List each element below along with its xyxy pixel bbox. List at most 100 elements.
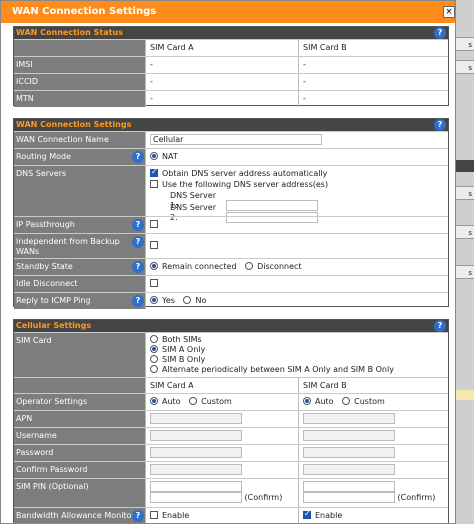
- sim-option: SIM A Only: [162, 345, 206, 354]
- confirm-password-sim-a: [145, 462, 298, 478]
- standby-state-row: Standby State ? Remain connected Disconn…: [14, 258, 448, 275]
- background-header: [455, 160, 474, 172]
- bandwidth-monitor-row: Bandwidth Allowance Monitor ? Enable Ena…: [14, 507, 448, 523]
- checkbox-icon[interactable]: [150, 511, 158, 519]
- sim-pin-input-sim-a[interactable]: [150, 481, 242, 492]
- radio-icon[interactable]: [150, 355, 158, 363]
- row-label: ICCID: [14, 74, 145, 90]
- apn-label: APN: [14, 411, 145, 427]
- background-button: s: [455, 37, 474, 51]
- section-title: WAN Connection Settings: [16, 120, 132, 129]
- sim-pin-input-sim-b[interactable]: [303, 481, 395, 492]
- operator-settings-label: Operator Settings: [14, 394, 145, 410]
- connection-name-input[interactable]: Cellular: [150, 134, 322, 145]
- checkbox-icon[interactable]: [303, 509, 311, 519]
- idle-disconnect-label: Idle Disconnect: [14, 276, 145, 292]
- checkbox-icon[interactable]: [150, 241, 158, 249]
- dns-cell: Obtain DNS server address automatically …: [145, 166, 448, 223]
- help-icon[interactable]: ?: [132, 261, 144, 273]
- help-icon[interactable]: ?: [132, 219, 144, 231]
- radio-icon[interactable]: [150, 397, 158, 405]
- background-page: [453, 0, 474, 524]
- dns-auto-option: Obtain DNS server address automatically: [162, 169, 328, 178]
- section-header: WAN Connection Status ?: [14, 27, 448, 39]
- help-icon[interactable]: ?: [132, 510, 144, 522]
- username-input-sim-b[interactable]: [303, 430, 395, 441]
- col-header-sim-a: SIM Card A: [145, 40, 298, 56]
- operator-sim-b: Auto Custom: [298, 394, 448, 410]
- checkbox-icon[interactable]: [150, 180, 158, 188]
- help-icon[interactable]: ?: [132, 295, 144, 307]
- bandwidth-sim-b: Enable: [298, 508, 448, 523]
- bandwidth-monitor-label: Bandwidth Allowance Monitor ?: [14, 508, 145, 523]
- background-button: s: [455, 60, 474, 74]
- radio-icon[interactable]: [150, 262, 158, 270]
- connection-name-label: WAN Connection Name: [14, 132, 145, 148]
- radio-icon[interactable]: [150, 296, 158, 304]
- routing-mode-cell: NAT: [145, 149, 448, 165]
- radio-icon[interactable]: [150, 345, 158, 353]
- help-icon[interactable]: ?: [434, 119, 446, 131]
- username-input-sim-a[interactable]: [150, 430, 242, 441]
- col-header-sim-a: SIM Card A: [145, 378, 298, 393]
- password-input-sim-b[interactable]: [303, 447, 395, 458]
- username-sim-a: [145, 428, 298, 444]
- radio-icon[interactable]: [189, 397, 198, 405]
- enable-option: Enable: [162, 511, 190, 520]
- radio-icon[interactable]: [342, 397, 351, 405]
- radio-icon[interactable]: [303, 397, 311, 405]
- radio-icon[interactable]: [245, 262, 254, 270]
- wan-settings-dialog: WAN Connection Settings × WAN Connection…: [0, 0, 456, 524]
- dialog-title-bar: WAN Connection Settings ×: [1, 1, 455, 23]
- checkbox-icon[interactable]: [150, 279, 158, 287]
- confirm-password-input-sim-b[interactable]: [303, 464, 395, 475]
- icmp-ping-cell: Yes No: [145, 293, 448, 309]
- blank-label: [14, 378, 145, 393]
- radio-icon[interactable]: [183, 296, 192, 304]
- radio-icon[interactable]: [150, 152, 158, 160]
- sim-card-row: SIM Card Both SIMs SIM A Only SIM B Only…: [14, 332, 448, 377]
- sim-a-value: -: [145, 74, 298, 90]
- section-title: WAN Connection Status: [16, 28, 123, 37]
- radio-icon[interactable]: [150, 335, 158, 343]
- radio-icon[interactable]: [150, 365, 158, 373]
- sim-a-value: -: [145, 57, 298, 73]
- blank-label: [14, 40, 145, 56]
- connection-name-row: WAN Connection Name Cellular: [14, 131, 448, 148]
- help-icon[interactable]: ?: [434, 320, 446, 332]
- sim-pin-sim-b: (Confirm): [298, 479, 448, 507]
- apn-row: APN: [14, 410, 448, 427]
- sim-pin-label: SIM PIN (Optional): [14, 479, 145, 507]
- confirm-small-label: (Confirm): [397, 493, 436, 502]
- confirm-password-input-sim-a[interactable]: [150, 464, 242, 475]
- sim-pin-confirm-input-sim-a[interactable]: [150, 492, 242, 503]
- sim-pin-confirm-input-sim-b[interactable]: [303, 492, 395, 503]
- apn-input-sim-b[interactable]: [303, 413, 395, 424]
- sim-option: SIM B Only: [162, 355, 206, 364]
- no-option: No: [195, 296, 207, 305]
- help-icon[interactable]: ?: [434, 27, 446, 39]
- checkbox-icon[interactable]: [150, 220, 158, 228]
- checkbox-icon[interactable]: [150, 167, 158, 177]
- standby-state-text: Standby State: [16, 262, 73, 271]
- bandwidth-sim-a: Enable: [145, 508, 298, 523]
- close-icon[interactable]: ×: [443, 6, 455, 18]
- standby-state-label: Standby State ?: [14, 259, 145, 275]
- confirm-password-label: Confirm Password: [14, 462, 145, 478]
- wan-settings-section: WAN Connection Settings ? WAN Connection…: [13, 118, 449, 309]
- help-icon[interactable]: ?: [132, 236, 144, 248]
- confirm-password-row: Confirm Password: [14, 461, 448, 478]
- help-icon[interactable]: ?: [132, 151, 144, 163]
- dialog-title: WAN Connection Settings: [12, 6, 157, 17]
- wan-status-section: WAN Connection Status ? SIM Card A SIM C…: [13, 26, 449, 107]
- password-sim-a: [145, 445, 298, 461]
- password-sim-b: [298, 445, 448, 461]
- connection-name-cell: Cellular: [145, 132, 448, 148]
- routing-mode-label: Routing Mode ?: [14, 149, 145, 165]
- cellular-settings-section: Cellular Settings ? SIM Card Both SIMs S…: [13, 319, 449, 523]
- table-row: ICCID - -: [14, 73, 448, 90]
- apn-input-sim-a[interactable]: [150, 413, 242, 424]
- password-input-sim-a[interactable]: [150, 447, 242, 458]
- row-label: IMSI: [14, 57, 145, 73]
- col-header-sim-b: SIM Card B: [298, 378, 448, 393]
